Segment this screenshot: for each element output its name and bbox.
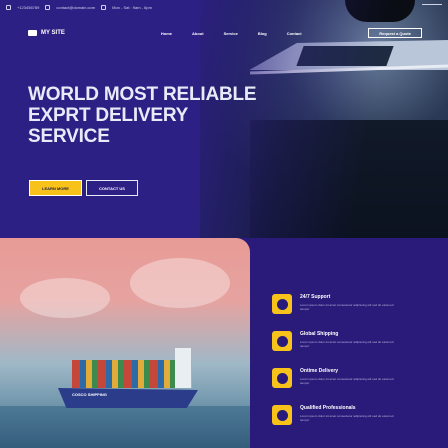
mail-icon — [45, 4, 51, 10]
brand-logo[interactable]: MY SITE — [28, 30, 65, 36]
user-icon — [272, 405, 292, 425]
ship-bridge — [175, 348, 191, 388]
cloud — [130, 258, 230, 308]
ship-label: COSCO SHIPPING — [72, 392, 107, 397]
hero-buttons: LEARN MORE CONTACT US — [29, 180, 138, 196]
container-stack — [72, 360, 192, 388]
support-icon — [272, 294, 292, 314]
request-quote-button[interactable]: Request a Quote — [368, 28, 422, 38]
nav-item-blog[interactable]: Blog — [258, 31, 267, 36]
feature-desc: Lorem ipsum dolor sit amet consectetur a… — [300, 340, 394, 348]
feature-item: 24/7 Support Lorem ipsum dolor sit amet … — [272, 292, 422, 325]
topbar-email[interactable]: contact@domain.com — [56, 5, 95, 10]
clock-icon — [272, 368, 292, 388]
hero-title-line-3: SERVICE — [28, 126, 110, 147]
clock-icon — [101, 4, 107, 10]
nav-item-service[interactable]: Service — [224, 31, 238, 36]
sea — [0, 406, 250, 448]
nav-item-about[interactable]: About — [192, 31, 204, 36]
feature-desc: Lorem ipsum dolor sit amet consectetur a… — [300, 414, 394, 422]
feature-desc: Lorem ipsum dolor sit amet consectetur a… — [300, 377, 394, 385]
feature-title: Ontime Delivery — [300, 368, 339, 374]
main-menu: Home About Service Blog Contact — [161, 31, 302, 36]
feature-title: Qualified Professionals — [300, 405, 356, 411]
truck-icon — [28, 30, 37, 36]
ship-image: COSCO SHIPPING — [0, 238, 250, 448]
topbar-hours: Mon - Sat : 9am - 6pm — [112, 4, 152, 10]
navbar: MY SITE Home About Service Blog Contact … — [0, 16, 448, 50]
features-section: COSCO SHIPPING 24/7 Support Lorem ipsum … — [0, 238, 448, 448]
top-bar: +123456789 contact@domain.com Mon - Sat … — [0, 0, 448, 14]
hero-title-line-2: EXPRT DELIVERY — [28, 105, 189, 126]
social-links[interactable] — [422, 4, 442, 10]
feature-item: Qualified Professionals Lorem ipsum dolo… — [272, 403, 422, 436]
hero-section: +123456789 contact@domain.com Mon - Sat … — [0, 0, 448, 238]
contact-us-button[interactable]: CONTACT US — [86, 180, 138, 196]
cloud — [20, 278, 110, 318]
feature-title: 24/7 Support — [300, 294, 331, 300]
feature-title: Global Shipping — [300, 331, 339, 337]
globe-icon — [272, 331, 292, 351]
hero-title: WORLD MOST RELIABLE EXPRT DELIVERY SERVI… — [28, 84, 258, 147]
feature-desc: Lorem ipsum dolor sit amet consectetur a… — [300, 303, 394, 311]
hero-title-line-1: WORLD MOST RELIABLE — [28, 84, 257, 105]
feature-item: Global Shipping Lorem ipsum dolor sit am… — [272, 329, 422, 362]
learn-more-button[interactable]: LEARN MORE — [29, 180, 82, 196]
topbar-phone[interactable]: +123456789 — [17, 5, 39, 10]
ship-hull — [58, 388, 198, 408]
feature-item: Ontime Delivery Lorem ipsum dolor sit am… — [272, 366, 422, 399]
brand-name: MY SITE — [41, 30, 65, 36]
phone-icon — [6, 4, 11, 10]
nav-item-contact[interactable]: Contact — [287, 31, 302, 36]
nav-item-home[interactable]: Home — [161, 31, 172, 36]
features-list: 24/7 Support Lorem ipsum dolor sit amet … — [272, 292, 422, 440]
